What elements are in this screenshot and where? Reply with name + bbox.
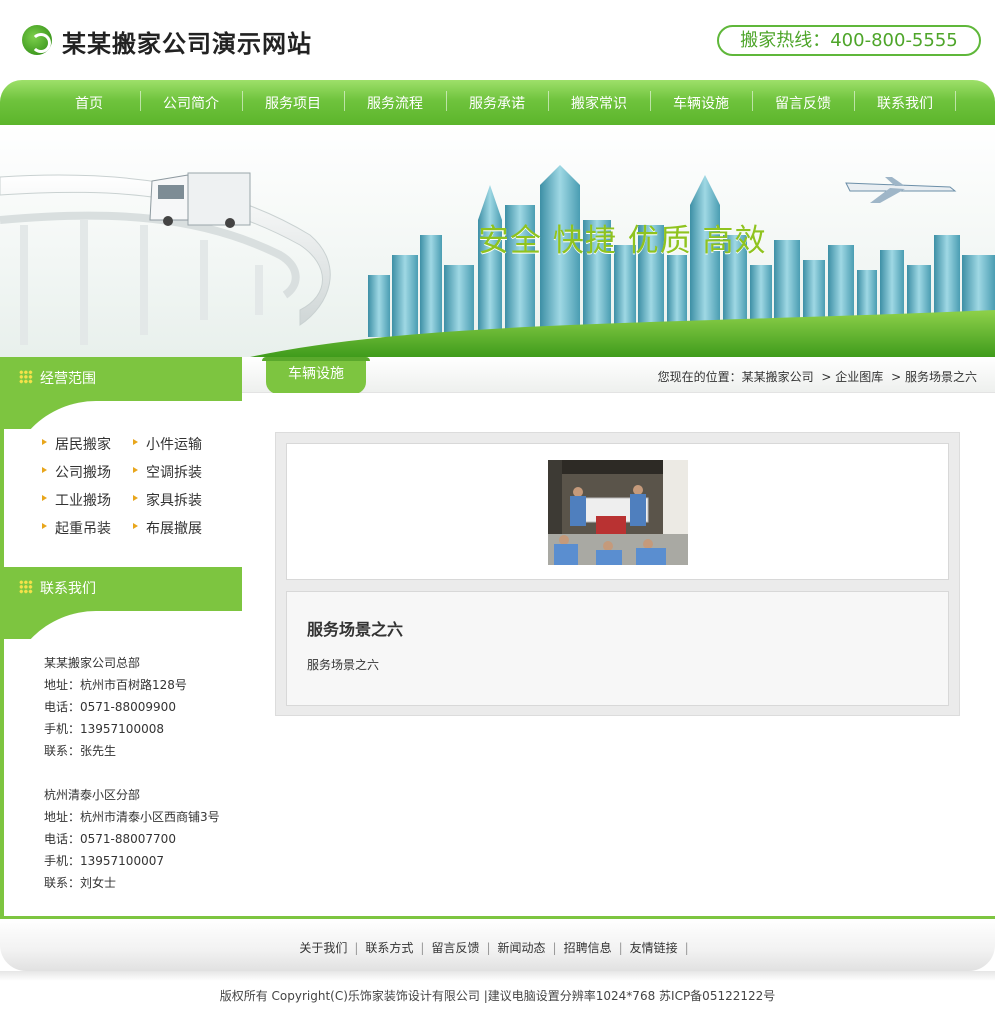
nav-item[interactable]: 服务项目 — [242, 90, 344, 113]
scope-header: 经营范围 — [0, 357, 242, 399]
movers-photo-illustration — [548, 460, 688, 565]
arrow-bullet-icon — [42, 467, 47, 473]
contact-line: 联系：张先生 — [44, 744, 117, 758]
contact-info: 某某搬家公司总部地址：杭州市百树路128号 电话：0571-88009900 手机：… — [44, 652, 220, 894]
service-link[interactable]: 工业搬场 — [42, 490, 111, 510]
service-link[interactable]: 家具拆装 — [133, 490, 202, 510]
footer-link[interactable]: 联系方式 — [365, 941, 413, 955]
footer-separator: | — [354, 941, 359, 955]
image-panel — [286, 443, 949, 580]
contact-line: 手机：13957100008 — [44, 722, 164, 736]
banner: 安全 快捷 优质 高效 — [0, 125, 995, 357]
footer-separator: | — [552, 941, 557, 955]
service-link[interactable]: 居民搬家 — [42, 434, 111, 454]
logo-icon[interactable] — [22, 25, 52, 55]
nav-item[interactable]: 服务承诺 — [446, 90, 548, 113]
content-header: 车辆设施 您现在的位置：某某搬家公司 > 企业图库 > 服务场景之六 — [242, 357, 995, 394]
arrow-bullet-icon — [42, 439, 47, 445]
arrow-bullet-icon — [133, 523, 138, 529]
service-link-label: 工业搬场 — [55, 493, 111, 509]
article-title: 服务场景之六 — [307, 620, 404, 639]
contact-title: 联系我们 — [40, 581, 96, 597]
grid-dots-icon — [19, 370, 33, 384]
service-link[interactable]: 小件运输 — [133, 434, 202, 454]
arrow-bullet-icon — [42, 495, 47, 501]
service-link-label: 起重吊装 — [55, 521, 111, 537]
banner-slogan: 安全 快捷 优质 高效 — [478, 223, 767, 259]
service-link-label: 居民搬家 — [55, 437, 111, 453]
footer-shadow — [0, 971, 995, 981]
contact-line: 联系：刘女士 — [44, 876, 117, 890]
site-header: 某某搬家公司演示网站 搬家热线：400-800-5555 — [0, 0, 995, 80]
service-link[interactable]: 公司搬场 — [42, 462, 111, 482]
service-link-label: 空调拆装 — [146, 465, 202, 481]
contact-line: 地址：杭州市百树路128号 — [44, 678, 187, 692]
footer-separator: | — [420, 941, 425, 955]
site-title[interactable]: 某某搬家公司演示网站 — [62, 24, 312, 59]
footer-separator: | — [618, 941, 623, 955]
content-area: 服务场景之六 服务场景之六 — [242, 393, 995, 919]
contact-line — [44, 762, 220, 784]
hotline-badge: 搬家热线：400-800-5555 — [717, 25, 981, 56]
truck-icon — [149, 172, 251, 228]
footer-link[interactable]: 关于我们 — [299, 941, 347, 955]
breadcrumb-item[interactable]: > 服务场景之六 — [891, 370, 977, 384]
service-link[interactable]: 起重吊装 — [42, 518, 111, 538]
nav-item[interactable]: 车辆设施 — [650, 90, 752, 113]
nav-item[interactable]: 留言反馈 — [752, 90, 854, 113]
arrow-bullet-icon — [42, 523, 47, 529]
contact-line: 某某搬家公司总部 — [44, 656, 141, 670]
copyright: 版权所有 Copyright(C)乐饰家装饰设计有限公司 |建议电脑设置分辨率1… — [219, 989, 776, 1003]
footer-link[interactable]: 友情链接 — [630, 941, 678, 955]
nav-item[interactable]: 搬家常识 — [548, 90, 650, 113]
section-tab: 车辆设施 — [262, 357, 370, 394]
arrow-bullet-icon — [133, 439, 138, 445]
service-link[interactable]: 空调拆装 — [133, 462, 202, 482]
contact-header-curve — [0, 609, 246, 639]
footer-link[interactable]: 留言反馈 — [431, 941, 479, 955]
main-nav: 首页 公司简介 服务项目 服务流程 服务承诺 搬家常识 车辆设施 留言反馈 联系我们 — [0, 80, 995, 125]
arrow-bullet-icon — [133, 467, 138, 473]
scope-header-curve — [0, 399, 246, 429]
gallery-detail: 服务场景之六 服务场景之六 — [275, 432, 960, 716]
breadcrumb-item[interactable]: > 企业图库 — [821, 370, 883, 384]
arrow-bullet-icon — [133, 495, 138, 501]
footer-links: 关于我们 | 联系方式 | 留言反馈 | 新闻动态 | 招聘信息 | 友情链接 | — [0, 919, 995, 971]
contact-line: 电话：0571-88009900 — [44, 700, 176, 714]
service-link-label: 小件运输 — [146, 437, 202, 453]
service-link-label: 公司搬场 — [55, 465, 111, 481]
contact-line: 电话：0571-88007700 — [44, 832, 176, 846]
service-link-label: 家具拆装 — [146, 493, 202, 509]
contact-header: 联系我们 — [0, 567, 246, 609]
contact-line: 杭州清泰小区分部 — [44, 788, 141, 802]
nav-item[interactable]: 公司简介 — [140, 90, 242, 113]
article-panel: 服务场景之六 服务场景之六 — [286, 591, 949, 706]
nav-item[interactable]: 联系我们 — [854, 90, 956, 113]
sidebar: 经营范围 居民搬家 小件运输公司搬场 空调拆装工业搬场 家具拆装起重吊装 布展撤展 联系… — [0, 357, 246, 919]
footer-link[interactable]: 招聘信息 — [564, 941, 612, 955]
article-description: 服务场景之六 — [307, 658, 380, 672]
grid-dots-icon — [19, 580, 33, 594]
nav-item[interactable]: 服务流程 — [344, 90, 446, 113]
nav-item[interactable]: 首页 — [38, 93, 140, 113]
footer-link[interactable]: 新闻动态 — [498, 941, 546, 955]
breadcrumb-prefix[interactable]: 您现在的位置：某某搬家公司 — [658, 370, 814, 384]
airplane-icon — [845, 177, 957, 203]
service-photo[interactable] — [548, 460, 688, 565]
scope-title: 经营范围 — [40, 371, 96, 387]
footer-separator: | — [684, 941, 689, 955]
contact-line: 地址：杭州市清泰小区西商铺3号 — [44, 810, 220, 824]
service-link[interactable]: 布展撤展 — [133, 518, 202, 538]
footer-separator: | — [486, 941, 491, 955]
service-link-label: 布展撤展 — [146, 521, 202, 537]
contact-line: 手机：13957100007 — [44, 854, 164, 868]
breadcrumb: 您现在的位置：某某搬家公司 > 企业图库 > 服务场景之六 — [654, 368, 977, 385]
